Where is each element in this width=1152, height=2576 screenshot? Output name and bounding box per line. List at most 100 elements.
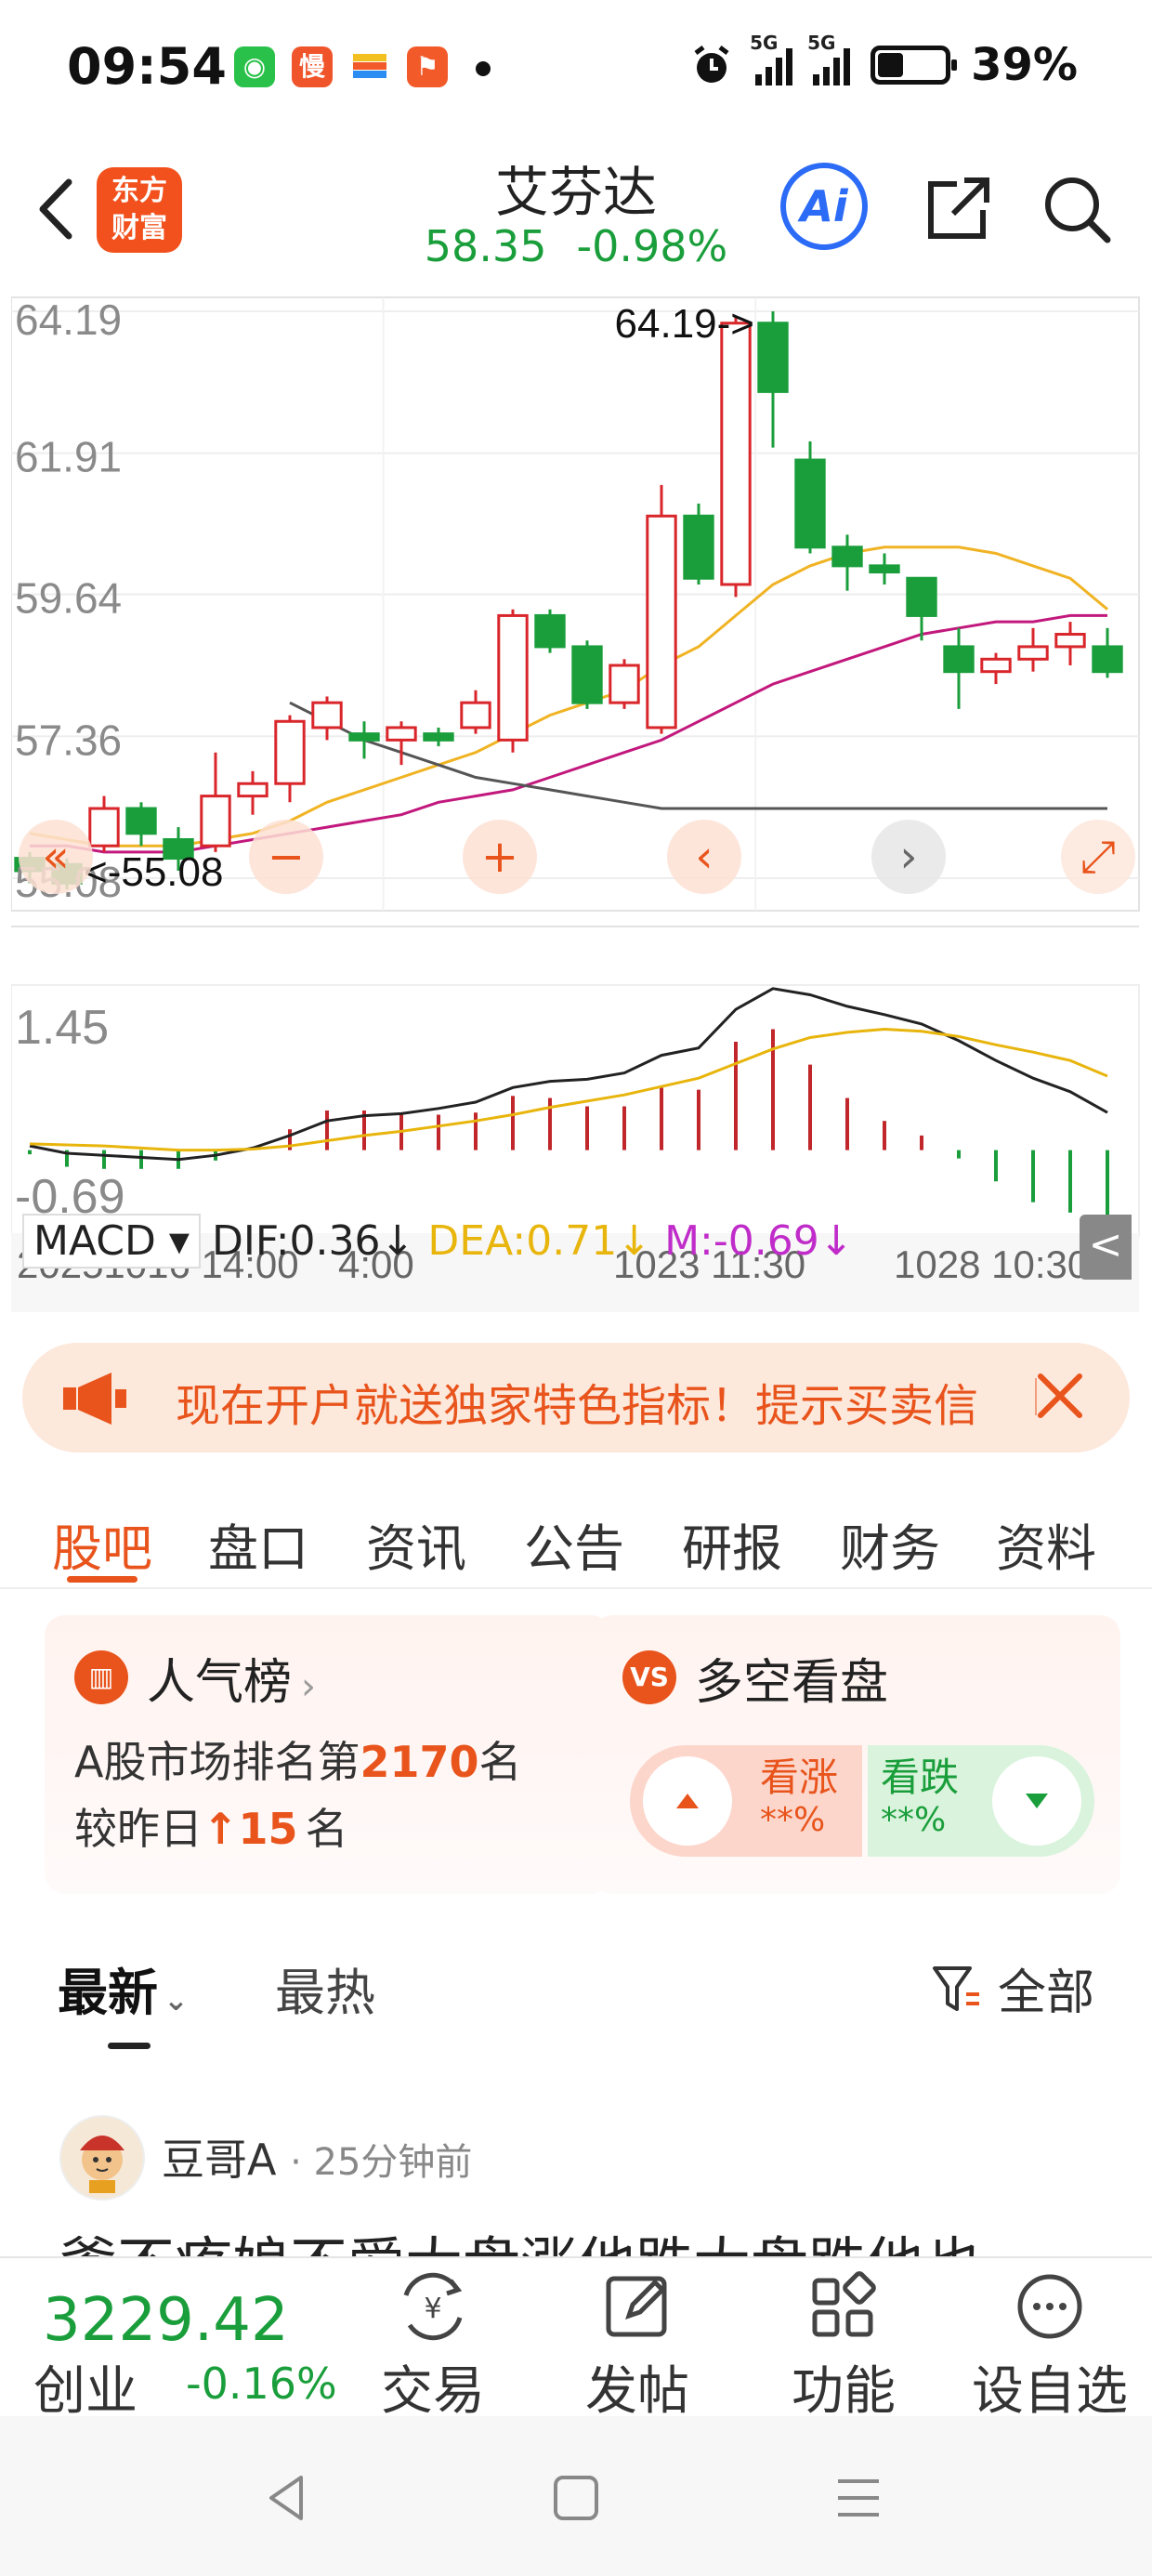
candle-body	[460, 701, 491, 729]
chevron-right-icon[interactable]: ›	[899, 831, 917, 883]
tab-profile[interactable]: 资料	[996, 1507, 1096, 1581]
chart-collapse-toggle[interactable]: <	[1080, 1215, 1132, 1280]
ma-line-1	[29, 545, 1108, 848]
alarm-icon	[694, 46, 729, 83]
status-time: 09:54	[67, 37, 227, 96]
tab-research[interactable]: 研报	[682, 1507, 782, 1581]
macd-legend: MACD ▾ DIF:0.36↓ DEA:0.71↓ M:-0.69↓	[22, 1208, 854, 1273]
feed-tab-latest[interactable]: 最新 ⌄	[58, 1952, 189, 2025]
flag-app-icon: ⚑	[407, 46, 448, 87]
manman-app-icon: 慢	[292, 46, 333, 87]
system-menu-icon[interactable]	[834, 2474, 883, 2522]
feed-tab-hot[interactable]: 最热	[275, 1952, 375, 2025]
stock-quote: 58.35 -0.98%	[390, 221, 762, 271]
stock-chart[interactable]: 64.1961.9159.6457.3655.0864.19-><-55.08«…	[11, 293, 1141, 1315]
nav-add-watchlist[interactable]: 设自选	[966, 2267, 1133, 2422]
popularity-card[interactable]: ▥ 人气榜 › A股市场排名第2170名 较昨日↑15 名	[45, 1615, 611, 1894]
more-icon	[1017, 2274, 1082, 2339]
zoom-in-icon[interactable]: +	[481, 831, 518, 883]
nav-functions[interactable]: 功能	[760, 2267, 927, 2422]
tab-announcements[interactable]: 公告	[524, 1507, 624, 1581]
post-time: · 25分钟前	[290, 2141, 473, 2184]
vote-up-button[interactable]: 看涨 **%	[630, 1745, 862, 1857]
nav-post[interactable]: 发帖	[554, 2267, 721, 2422]
popularity-title: 人气榜 ›	[147, 1655, 317, 1711]
back-arrow-icon[interactable]	[28, 167, 84, 251]
sentiment-card[interactable]: VS 多空看盘 看涨 **% 看跌 **%	[593, 1615, 1120, 1894]
indicator-select[interactable]: MACD ▾	[22, 1213, 201, 1268]
zoom-out-icon[interactable]: −	[268, 831, 305, 883]
battery-icon	[871, 46, 958, 85]
candle-body	[794, 458, 826, 549]
tab-finance[interactable]: 财务	[840, 1507, 940, 1581]
system-back-icon[interactable]	[264, 2472, 310, 2524]
macd-dif-line	[29, 987, 1108, 1162]
status-right: 5G 5G 39%	[688, 32, 1078, 93]
promo-banner[interactable]: 现在开户就送独家特色指标！提示买卖信	[22, 1343, 1130, 1452]
ma-line-3	[289, 701, 1107, 810]
rank-change: 较昨日↑15 名	[74, 1804, 348, 1854]
nav-trade[interactable]: ¥ 交易	[349, 2267, 517, 2422]
candle-body	[571, 645, 603, 704]
candle-body	[423, 732, 454, 742]
price-axis-label: 57.36	[15, 716, 122, 764]
ai-assistant-button[interactable]: Ai	[780, 163, 868, 250]
nav-functions-label: 功能	[792, 2361, 896, 2422]
stock-price: 58.35	[424, 221, 547, 271]
rewind-icon[interactable]: «	[42, 831, 69, 883]
feed-tab-indicator	[108, 2043, 151, 2049]
stock-change-pct: -0.98%	[576, 221, 728, 271]
vote-up-label: 看涨	[760, 1755, 839, 1800]
share-icon[interactable]	[916, 167, 1000, 251]
tab-pankou[interactable]: 盘口	[208, 1507, 308, 1581]
tab-active-indicator	[67, 1576, 137, 1583]
signal-1-icon: 5G	[750, 32, 793, 85]
index-ticker[interactable]: 3229.42 创业 -0.16%	[0, 2258, 353, 2422]
fullscreen-icon[interactable]: ⤢	[1080, 831, 1116, 883]
candle-body	[683, 514, 714, 580]
price-axis-label: 64.19	[15, 296, 122, 344]
search-icon[interactable]	[1035, 167, 1119, 251]
battery-text: 39%	[971, 39, 1078, 91]
stock-header: 东方 财富 艾芬达 58.35 -0.98% Ai	[0, 139, 1152, 288]
close-icon[interactable]	[1028, 1363, 1093, 1428]
vote-up-value: **%	[760, 1801, 826, 1839]
trade-icon: ¥	[403, 2272, 463, 2341]
status-bar: 09:54 ◉ 慢 ⚑ 5G 5G 39%	[0, 0, 1152, 139]
macd-dea-line	[29, 1027, 1108, 1152]
vs-icon: VS	[622, 1650, 676, 1704]
tab-news[interactable]: 资讯	[366, 1507, 466, 1581]
vote-down-circle	[992, 1756, 1081, 1846]
vote-widget: 看涨 **% 看跌 **%	[630, 1745, 1094, 1857]
compose-icon	[606, 2276, 667, 2337]
tab-guba[interactable]: 股吧	[52, 1507, 152, 1581]
vote-down-button[interactable]: 看跌 **%	[868, 1745, 1094, 1857]
candle-body	[200, 795, 231, 848]
candle-body	[497, 613, 529, 742]
stock-tabs: 股吧 盘口 资讯 公告 研报 财务 资料	[0, 1487, 1152, 1589]
candle-body	[1092, 645, 1123, 674]
eastmoney-logo[interactable]: 东方 财富	[97, 167, 182, 253]
system-home-icon[interactable]	[552, 2474, 600, 2522]
feed-filter[interactable]: 全部	[929, 1953, 1094, 2023]
triangle-down-icon	[1026, 1794, 1048, 1808]
bottom-bar: 3229.42 创业 -0.16% ¥ 交易 发帖 功能 设自选	[0, 2256, 1152, 2422]
system-navigation	[0, 2416, 1152, 2576]
price-axis-label: 61.91	[15, 433, 122, 481]
high-marker: 64.19->	[615, 301, 754, 347]
chevron-left-icon[interactable]: ‹	[695, 831, 713, 883]
index-value: 3229.42	[43, 2286, 289, 2355]
avatar[interactable]	[59, 2115, 145, 2201]
macd-dif: DIF:0.36↓	[211, 1216, 415, 1265]
candle-body	[348, 732, 380, 742]
kline-chart[interactable]: 64.1961.9159.6457.3655.0864.19-><-55.08«…	[11, 293, 1141, 1315]
candle-body	[274, 719, 306, 785]
nav-trade-label: 交易	[381, 2361, 485, 2422]
signal-2-icon: 5G	[807, 32, 851, 85]
post-item[interactable]: 豆哥A · 25分钟前 爹不疼娘不爱大盘涨他跌大盘跌他也	[0, 2100, 1152, 2267]
chevron-right-icon: ›	[301, 1665, 317, 1708]
candle-body	[534, 613, 566, 649]
stock-name: 艾芬达	[494, 161, 657, 224]
candle-body	[386, 726, 417, 742]
ranking-icon: ▥	[74, 1650, 128, 1704]
